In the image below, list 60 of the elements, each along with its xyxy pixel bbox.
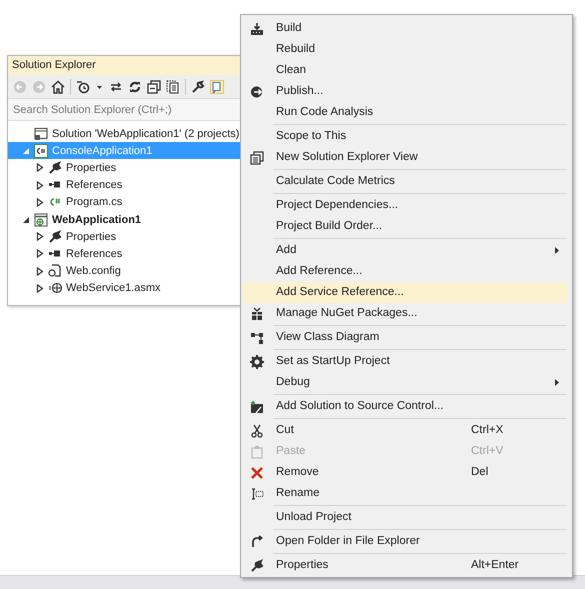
tree-item[interactable]: Properties: [8, 228, 246, 246]
tree-item[interactable]: Web.config: [8, 262, 246, 280]
tree-item[interactable]: WebService1.asmx: [8, 280, 246, 297]
menu-item[interactable]: Add: [243, 240, 567, 261]
menu-item[interactable]: Run Code Analysis: [243, 102, 567, 123]
wrench-icon: [48, 230, 62, 244]
menu-item[interactable]: View Class Diagram: [243, 327, 567, 348]
web-project-icon: [34, 212, 48, 227]
config-file-icon: [48, 264, 62, 278]
menu-item[interactable]: Open Folder in File Explorer: [243, 531, 567, 552]
menu-item[interactable]: Cut Ctrl+X: [243, 420, 567, 441]
menu-item[interactable]: Project Build Order...: [243, 216, 567, 237]
tree-item[interactable]: References: [8, 245, 246, 262]
menu-item[interactable]: Project Dependencies...: [243, 195, 567, 216]
class-diagram-icon: [250, 330, 264, 344]
gear-icon: [250, 354, 264, 368]
wrench-icon: [250, 558, 264, 572]
solution-icon: [34, 126, 48, 141]
menu-item[interactable]: New Solution Explorer View: [243, 147, 567, 168]
build-icon: [250, 22, 264, 36]
menu-item[interactable]: Add Reference...: [243, 261, 567, 282]
menu-item[interactable]: Add Service Reference...: [243, 282, 567, 303]
menu-item[interactable]: Set as StartUp Project: [243, 351, 567, 372]
history-icon[interactable]: [76, 80, 90, 94]
cut-icon: [250, 424, 264, 438]
menu-item[interactable]: Add Solution to Source Control...: [243, 396, 567, 417]
menu-item[interactable]: Debug: [243, 372, 567, 393]
menu-item[interactable]: Rebuild: [243, 39, 567, 60]
source-control-icon: [250, 400, 264, 414]
remove-icon: [250, 466, 264, 480]
open-folder-icon: [250, 534, 264, 548]
menu-item[interactable]: Calculate Code Metrics: [243, 171, 567, 192]
package-icon: [250, 306, 264, 320]
home-icon[interactable]: [51, 80, 65, 94]
new-view-icon: [250, 150, 264, 164]
menu-item[interactable]: Unload Project: [243, 507, 567, 528]
csharp-project-icon: [34, 144, 48, 158]
globe-icon: [48, 281, 62, 296]
wrench-icon: [48, 160, 62, 175]
tree-item[interactable]: WebApplication1: [8, 210, 246, 228]
show-all-files-icon[interactable]: [166, 80, 180, 94]
collapse-all-icon[interactable]: [147, 80, 161, 94]
refresh-icon[interactable]: [128, 80, 142, 94]
rename-icon: [250, 486, 264, 500]
tree-item[interactable]: Program.cs: [8, 194, 246, 211]
tree-item[interactable]: Properties: [8, 159, 246, 177]
menu-item[interactable]: Publish...: [243, 81, 567, 102]
menu-item[interactable]: Rename: [243, 483, 567, 504]
menu-item[interactable]: Scope to This: [243, 126, 567, 147]
menu-item[interactable]: Build: [243, 18, 567, 39]
tree-item[interactable]: Solution 'WebApplication1' (2 projects): [8, 125, 246, 142]
sync-icon[interactable]: [109, 80, 123, 94]
paste-icon: [250, 444, 264, 458]
tree-item[interactable]: References: [8, 176, 246, 194]
menu-item[interactable]: Clean: [243, 60, 567, 81]
publish-icon: [250, 84, 264, 98]
menu-item[interactable]: Properties Alt+Enter: [243, 555, 567, 576]
menu-item[interactable]: Remove Del: [243, 462, 567, 483]
menu-item[interactable]: Manage NuGet Packages...: [243, 303, 567, 324]
expanded-arrow-icon[interactable]: [22, 216, 30, 224]
